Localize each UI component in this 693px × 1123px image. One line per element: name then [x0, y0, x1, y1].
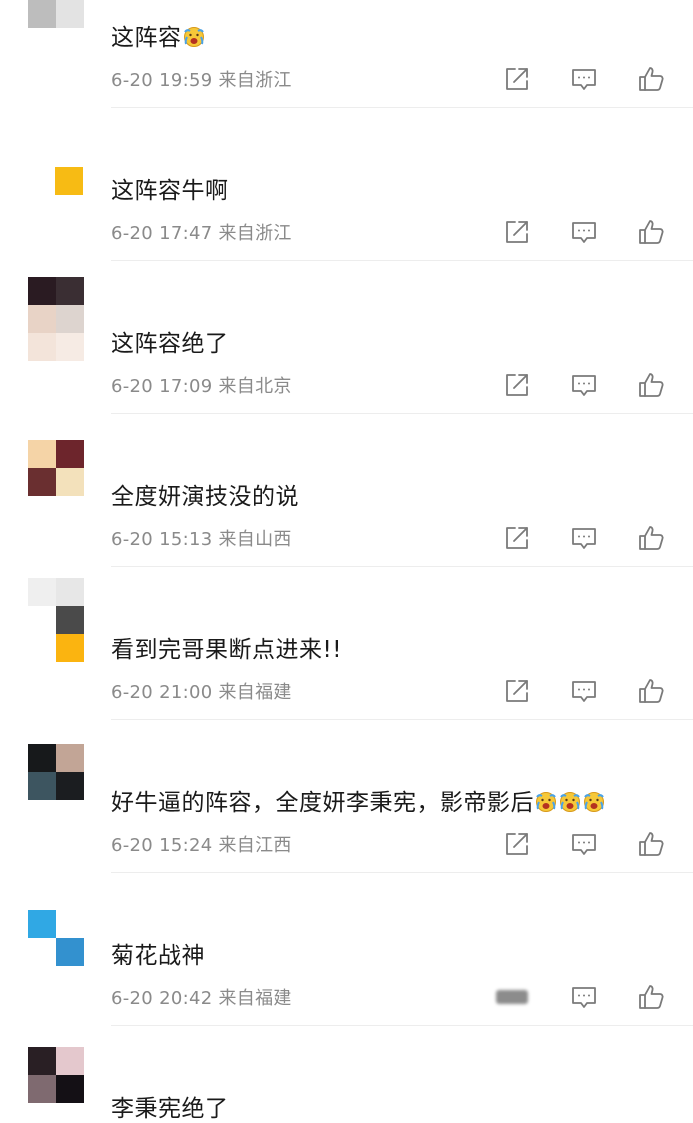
comment-item: 菊花战神 6-20 20:42 来自福建: [0, 796, 693, 1026]
avatar-pixel: [28, 305, 56, 333]
comment-text: 李秉宪绝了: [111, 1089, 229, 1123]
avatar-pixel: [28, 744, 56, 772]
comment-item: 看到完哥果断点进来!! 6-20 21:00 来自福建: [0, 490, 693, 720]
avatar-pixel: [28, 277, 56, 305]
avatar-pixel: [56, 744, 84, 772]
comment-item: 这阵容 6-20 19:59 来自浙江: [0, 0, 693, 108]
comment-item: 好牛逼的阵容，全度妍李秉宪，影帝影后 6-20 15:24 来自江西: [0, 643, 693, 873]
avatar[interactable]: [28, 744, 84, 800]
avatar-pixel: [56, 440, 84, 468]
comment-item: 李秉宪绝了: [0, 949, 693, 1122]
avatar-pixel: [28, 910, 56, 938]
avatar-pixel: [28, 578, 56, 606]
avatar-pixel: [56, 305, 84, 333]
comment-text-content: 李秉宪绝了: [111, 1096, 229, 1122]
comment-item: 这阵容牛啊 6-20 17:47 来自浙江: [0, 31, 693, 261]
avatar-pixel: [28, 440, 56, 468]
avatar[interactable]: [28, 1047, 84, 1103]
avatar[interactable]: [28, 0, 84, 28]
avatar-pixel: [28, 1047, 56, 1075]
avatar-pixel: [28, 606, 56, 634]
comment-item: 全度妍演技没的说 6-20 15:13 来自山西: [0, 337, 693, 567]
avatar[interactable]: [28, 440, 84, 496]
avatar-pixel: [28, 0, 56, 28]
avatar-pixel: [56, 0, 84, 28]
avatar-pixel: [56, 1047, 84, 1075]
comment-item: 这阵容绝了 6-20 17:09 来自北京: [0, 184, 693, 414]
avatar-pixel: [56, 277, 84, 305]
avatar-pixel: [56, 910, 84, 938]
avatar-pixel: [56, 606, 84, 634]
avatar-pixel: [28, 1075, 56, 1103]
avatar-pixel: [56, 1075, 84, 1103]
avatar-pixel: [56, 578, 84, 606]
